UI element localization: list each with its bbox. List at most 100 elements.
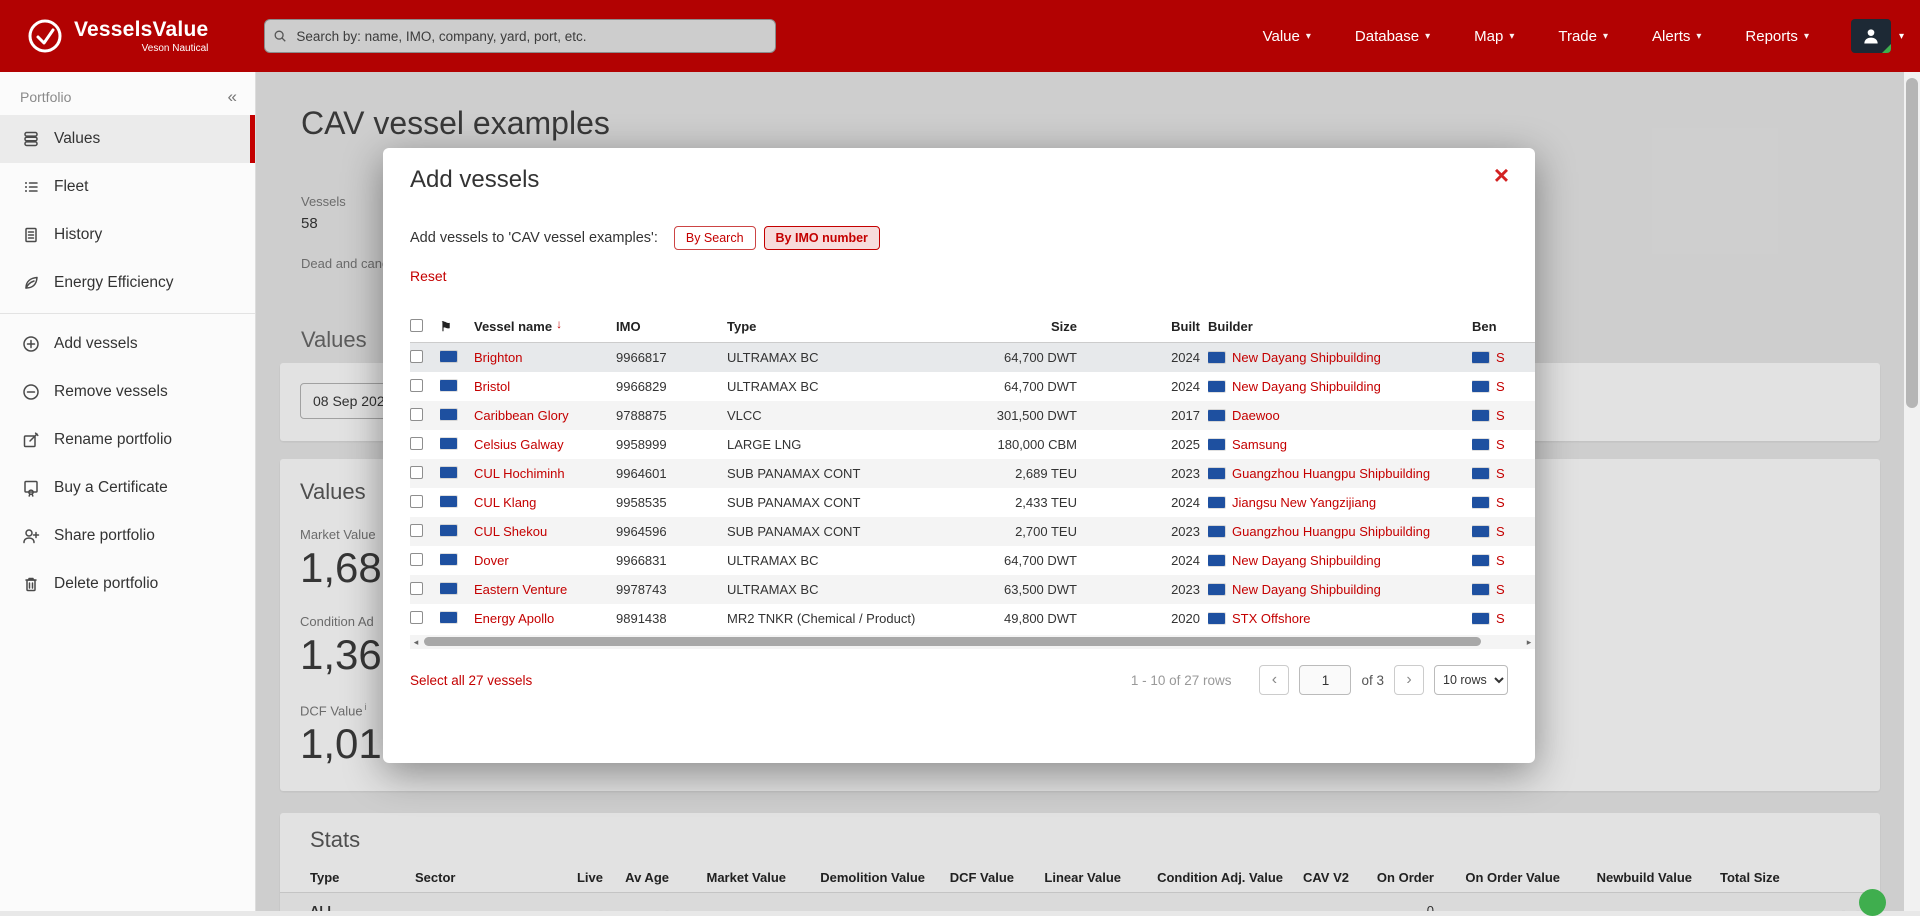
column-type[interactable]: Type (727, 319, 971, 334)
benchmark-link[interactable]: S (1496, 466, 1505, 481)
reset-link[interactable]: Reset (410, 268, 447, 284)
user-menu-button[interactable] (1851, 19, 1891, 53)
vessel-row[interactable]: Dover9966831ULTRAMAX BC64,700 DWT2024New… (410, 546, 1535, 575)
chevron-down-icon: ▾ (1804, 31, 1809, 42)
user-chevron-down-icon[interactable]: ▾ (1899, 31, 1904, 42)
vessel-name-link[interactable]: Energy Apollo (474, 611, 554, 626)
vessel-name-link[interactable]: CUL Hochiminh (474, 466, 565, 481)
brand-logo[interactable]: VesselsValue Veson Nautical (26, 17, 208, 55)
vessel-name-link[interactable]: Celsius Galway (474, 437, 564, 452)
vessel-row[interactable]: Bristol9966829ULTRAMAX BC64,700 DWT2024N… (410, 372, 1535, 401)
row-checkbox[interactable] (410, 437, 423, 450)
benchmark-link[interactable]: S (1496, 611, 1505, 626)
builder-link[interactable]: Guangzhou Huangpu Shipbuilding (1232, 466, 1430, 481)
builder-link[interactable]: New Dayang Shipbuilding (1232, 379, 1381, 394)
benchmark-link[interactable]: S (1496, 553, 1505, 568)
tab-by-imo-number[interactable]: By IMO number (764, 226, 880, 250)
vessel-row[interactable]: Eastern Venture9978743ULTRAMAX BC63,500 … (410, 575, 1535, 604)
vessel-row[interactable]: Brighton9966817ULTRAMAX BC64,700 DWT2024… (410, 343, 1535, 372)
select-all-link[interactable]: Select all 27 vessels (410, 673, 532, 688)
row-checkbox[interactable] (410, 553, 423, 566)
sidebar-item-energy-efficiency[interactable]: Energy Efficiency (0, 259, 255, 307)
benchmark-link[interactable]: S (1496, 379, 1505, 394)
select-all-checkbox[interactable] (410, 319, 423, 332)
vessel-row[interactable]: Celsius Galway9958999LARGE LNG180,000 CB… (410, 430, 1535, 459)
horizontal-scrollbar[interactable]: ◂ ▸ (410, 635, 1535, 649)
nav-item-reports[interactable]: Reports▾ (1745, 28, 1809, 45)
row-checkbox[interactable] (410, 408, 423, 421)
benchmark-flag-icon (1472, 497, 1489, 508)
benchmark-link[interactable]: S (1496, 524, 1505, 539)
vessel-name-link[interactable]: Brighton (474, 350, 522, 365)
nav-item-value[interactable]: Value▾ (1263, 28, 1311, 45)
vessel-row[interactable]: CUL Hochiminh9964601SUB PANAMAX CONT2,68… (410, 459, 1535, 488)
row-checkbox[interactable] (410, 350, 423, 363)
column-benchmark[interactable]: Ben (1472, 319, 1535, 334)
builder-link[interactable]: New Dayang Shipbuilding (1232, 350, 1381, 365)
horizontal-scrollbar-thumb[interactable] (424, 637, 1481, 646)
tab-by-search[interactable]: By Search (674, 226, 756, 250)
builder-link[interactable]: New Dayang Shipbuilding (1232, 582, 1381, 597)
chat-widget[interactable] (1859, 889, 1886, 916)
row-checkbox[interactable] (410, 466, 423, 479)
sidebar-action-share-portfolio[interactable]: Share portfolio (0, 512, 255, 560)
scroll-left-icon[interactable]: ◂ (410, 637, 422, 648)
benchmark-link[interactable]: S (1496, 495, 1505, 510)
sidebar-item-history[interactable]: History (0, 211, 255, 259)
next-page-button[interactable]: › (1394, 665, 1424, 695)
nav-item-trade[interactable]: Trade▾ (1558, 28, 1608, 45)
sidebar-action-buy-certificate[interactable]: Buy a Certificate (0, 464, 255, 512)
vessel-name-link[interactable]: Eastern Venture (474, 582, 567, 597)
sidebar-item-fleet[interactable]: Fleet (0, 163, 255, 211)
page-number-input[interactable] (1299, 665, 1351, 695)
nav-item-alerts[interactable]: Alerts▾ (1652, 28, 1701, 45)
builder-link[interactable]: New Dayang Shipbuilding (1232, 553, 1381, 568)
search-input[interactable] (264, 19, 776, 53)
close-icon[interactable]: × (1494, 162, 1509, 188)
column-built[interactable]: Built (1085, 319, 1208, 334)
column-imo[interactable]: IMO (616, 319, 727, 334)
sidebar-action-add-vessels[interactable]: Add vessels (0, 320, 255, 368)
column-size[interactable]: Size (971, 319, 1085, 334)
row-checkbox[interactable] (410, 495, 423, 508)
vessel-name-link[interactable]: Bristol (474, 379, 510, 394)
vessel-row[interactable]: Energy Apollo9891438MR2 TNKR (Chemical /… (410, 604, 1535, 633)
scroll-right-icon[interactable]: ▸ (1523, 637, 1535, 648)
vessel-flag-icon (440, 438, 457, 449)
vessel-row[interactable]: Caribbean Glory9788875VLCC301,500 DWT201… (410, 401, 1535, 430)
nav-item-database[interactable]: Database▾ (1355, 28, 1430, 45)
vessel-flag-icon (440, 409, 457, 420)
sidebar-item-values[interactable]: Values (0, 115, 255, 163)
builder-link[interactable]: Daewoo (1232, 408, 1280, 423)
builder-link[interactable]: Jiangsu New Yangzijiang (1232, 495, 1376, 510)
vessel-name-link[interactable]: Dover (474, 553, 509, 568)
prev-page-button[interactable]: ‹ (1259, 665, 1289, 695)
benchmark-link[interactable]: S (1496, 582, 1505, 597)
vessel-name-link[interactable]: CUL Klang (474, 495, 536, 510)
builder-link[interactable]: STX Offshore (1232, 611, 1311, 626)
sidebar-action-remove-vessels[interactable]: Remove vessels (0, 368, 255, 416)
row-checkbox[interactable] (410, 611, 423, 624)
vessel-name-link[interactable]: Caribbean Glory (474, 408, 569, 423)
column-builder[interactable]: Builder (1208, 319, 1472, 334)
sidebar-action-delete-portfolio[interactable]: Delete portfolio (0, 560, 255, 608)
row-checkbox[interactable] (410, 524, 423, 537)
row-checkbox[interactable] (410, 379, 423, 392)
benchmark-link[interactable]: S (1496, 350, 1505, 365)
rows-per-page-select[interactable]: 10 rows (1434, 665, 1508, 695)
collapse-sidebar-icon[interactable]: « (228, 88, 237, 105)
vessel-row[interactable]: CUL Klang9958535SUB PANAMAX CONT2,433 TE… (410, 488, 1535, 517)
sidebar-action-rename-portfolio[interactable]: Rename portfolio (0, 416, 255, 464)
benchmark-link[interactable]: S (1496, 408, 1505, 423)
vessel-row[interactable]: CUL Shekou9964596SUB PANAMAX CONT2,700 T… (410, 517, 1535, 546)
vessel-name-link[interactable]: CUL Shekou (474, 524, 547, 539)
nav-item-map[interactable]: Map▾ (1474, 28, 1514, 45)
row-checkbox[interactable] (410, 582, 423, 595)
page-scrollbar-thumb[interactable] (1906, 78, 1918, 408)
benchmark-link[interactable]: S (1496, 437, 1505, 452)
builder-link[interactable]: Guangzhou Huangpu Shipbuilding (1232, 524, 1430, 539)
builder-link[interactable]: Samsung (1232, 437, 1287, 452)
vessel-built: 2025 (1085, 437, 1208, 452)
column-vessel-name[interactable]: Vessel name↓ (474, 319, 616, 334)
page-scrollbar[interactable] (1904, 72, 1920, 911)
